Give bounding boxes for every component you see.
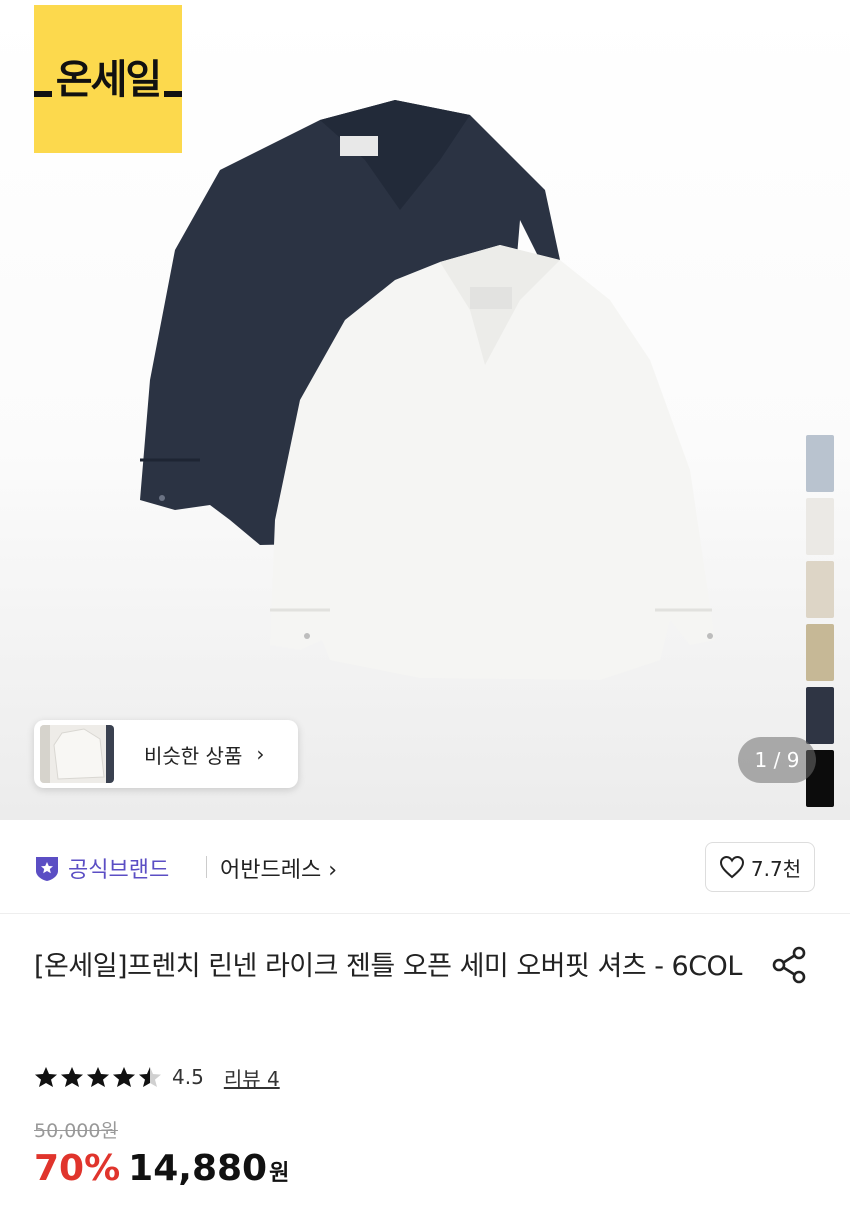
product-image-gallery[interactable]: 온세일 비슷한 상품 › 1 / 9 [0, 0, 850, 820]
color-swatch[interactable] [806, 624, 834, 681]
color-swatch[interactable] [806, 498, 834, 555]
currency-unit: 원 [269, 1161, 290, 1186]
brand-link[interactable]: 어반드레스 › [220, 852, 337, 884]
rating-row: 4.5 리뷰 4 [34, 1063, 280, 1092]
like-button[interactable]: 7.7천 [705, 842, 815, 892]
original-price: 50,000원 [34, 1120, 118, 1142]
discount-rate: 70% [34, 1148, 121, 1189]
color-swatch[interactable] [806, 687, 834, 744]
sale-price: 14,880 [128, 1148, 268, 1189]
star-icon [87, 1067, 109, 1087]
star-icon [61, 1067, 83, 1087]
color-swatch[interactable] [806, 561, 834, 618]
shield-star-icon [36, 857, 58, 881]
product-title: [온세일]프렌치 린넨 라이크 젠틀 오픈 세미 오버핏 셔츠 - 6COL [34, 951, 742, 982]
star-icon [139, 1067, 161, 1087]
onsale-badge-text: 온세일 [51, 47, 165, 105]
official-brand-label: 공식브랜드 [68, 858, 170, 883]
official-brand-badge: 공식브랜드 [34, 852, 169, 884]
similar-product-thumbnail [40, 725, 114, 783]
rating-value: 4.5 [172, 1065, 204, 1089]
brand-row: 공식브랜드 어반드레스 › 7.7천 [0, 820, 850, 914]
rating-stars [34, 1066, 164, 1088]
review-count-link[interactable]: 리뷰 4 [224, 1063, 280, 1092]
price-row: 70% 14,880 원 [34, 1148, 289, 1189]
divider [206, 856, 207, 878]
onsale-badge: 온세일 [34, 5, 182, 153]
share-icon[interactable] [770, 944, 810, 984]
star-icon [113, 1067, 135, 1087]
color-swatch[interactable] [806, 435, 834, 492]
chevron-right-icon: › [256, 742, 265, 766]
star-icon [35, 1067, 57, 1087]
image-page-counter: 1 / 9 [738, 737, 816, 783]
similar-products-button[interactable]: 비슷한 상품 › [34, 720, 298, 788]
similar-products-label: 비슷한 상품 [144, 743, 243, 768]
like-count: 7.7천 [750, 856, 802, 881]
heart-icon [719, 855, 744, 879]
